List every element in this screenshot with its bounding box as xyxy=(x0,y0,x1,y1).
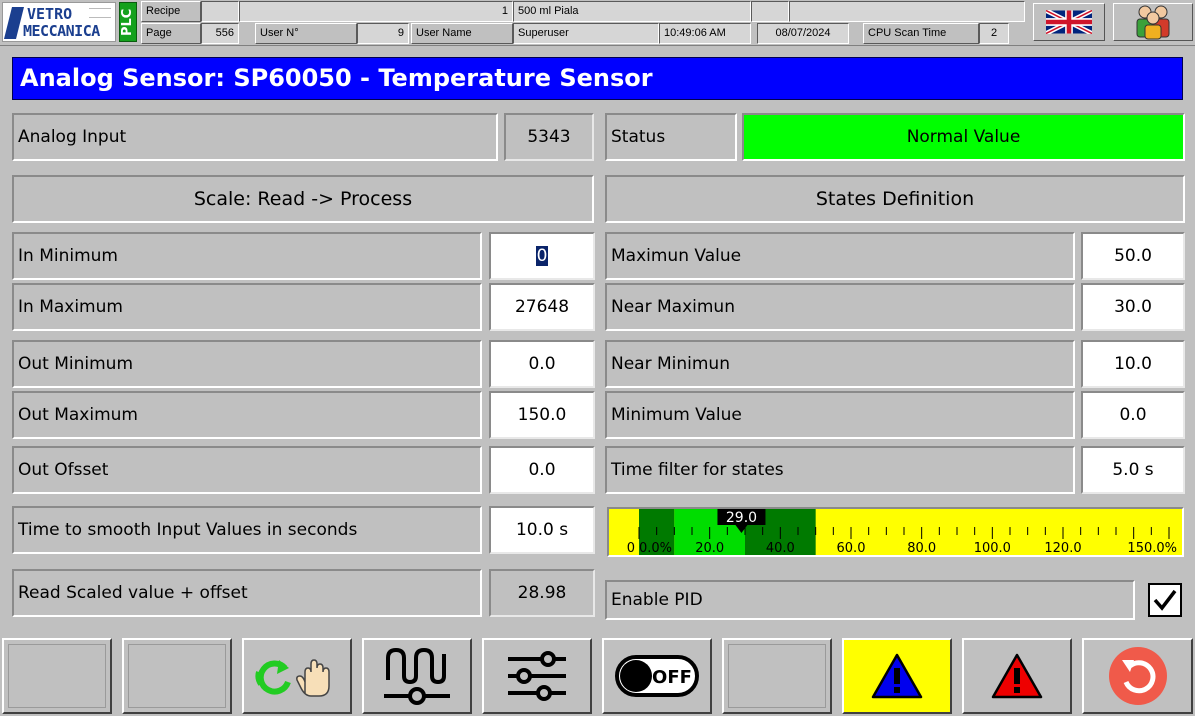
recipe-name: 500 ml Piala xyxy=(513,1,751,22)
states-section-header: States Definition xyxy=(605,175,1185,223)
user-name: Superuser xyxy=(513,23,659,44)
language-flag-button[interactable] xyxy=(1033,3,1105,41)
min-value-input[interactable]: 0.0 xyxy=(1081,391,1185,439)
scale-section-header: Scale: Read -> Process xyxy=(12,175,594,223)
in-minimum-value: 0 xyxy=(535,246,549,266)
in-maximum-label: In Maximum xyxy=(12,283,482,331)
in-minimum-label: In Minimum xyxy=(12,232,482,280)
page-number: 556 xyxy=(201,23,239,44)
gauge-tick-label: 120.0 xyxy=(1044,541,1081,555)
logo-mark-icon xyxy=(4,7,24,39)
plc-badge: PLC xyxy=(119,2,137,42)
gauge-tick-label: 40.0 xyxy=(766,541,795,555)
recipe-label: Recipe xyxy=(141,1,201,22)
analog-input-label: Analog Input xyxy=(12,113,498,161)
cpu-scan-label: CPU Scan Time xyxy=(863,23,979,44)
settings-sliders-button[interactable] xyxy=(482,638,592,714)
user-no-label: User N° xyxy=(255,23,357,44)
in-minimum-input[interactable]: 0 xyxy=(489,232,595,280)
time-filter-input[interactable]: 5.0 s xyxy=(1081,446,1185,494)
gauge-tick-label: 0 xyxy=(627,541,635,555)
gauge-tick-label: 100.0 xyxy=(974,541,1011,555)
refresh-hand-icon xyxy=(255,659,330,697)
near-max-input[interactable]: 30.0 xyxy=(1081,283,1185,331)
page-title: Analog Sensor: SP60050 - Temperature Sen… xyxy=(12,57,1183,100)
users-icon xyxy=(1136,5,1170,40)
page-label: Page xyxy=(141,23,201,44)
checkmark-icon xyxy=(1153,589,1177,611)
gauge-tick-label: 60.0 xyxy=(837,541,866,555)
off-toggle-text: OFF xyxy=(652,667,692,688)
smooth-time-input[interactable]: 10.0 s xyxy=(489,506,595,554)
user-name-label: User Name xyxy=(411,23,513,44)
off-toggle-button[interactable]: OFF xyxy=(602,638,712,714)
out-offset-input[interactable]: 0.0 xyxy=(489,446,595,494)
back-icon xyxy=(1108,647,1167,705)
user-no: 9 xyxy=(357,23,409,44)
scaled-value-label: Read Scaled value + offset xyxy=(12,569,482,617)
gauge-pointer-label: 29.0 xyxy=(726,510,757,526)
toolbar-button-7[interactable] xyxy=(722,638,832,714)
out-maximum-input[interactable]: 150.0 xyxy=(489,391,595,439)
logo-line-1: VETRO xyxy=(27,5,73,23)
company-logo: VETRO MECCANICA xyxy=(2,2,116,42)
manual-refresh-button[interactable] xyxy=(242,638,352,714)
header-bar: VETRO MECCANICA PLC Recipe 1 500 ml Pial… xyxy=(0,0,1195,46)
warning-red-icon xyxy=(991,653,1043,699)
gauge-tick-label: 80.0 xyxy=(907,541,936,555)
max-value-label: Maximun Value xyxy=(605,232,1075,280)
temperature-gauge: 0 0.0% 20.0 40.0 60.0 80.0 100.0 120.0 150.0% 29.… xyxy=(607,507,1184,557)
near-max-label: Near Maximun xyxy=(605,283,1075,331)
logo-decoration-icon xyxy=(89,8,111,18)
header-blank-field xyxy=(751,1,789,22)
alarms-error-button[interactable] xyxy=(962,638,1072,714)
clock-time: 10:49:06 AM xyxy=(659,23,751,44)
out-offset-label: Out Ofsset xyxy=(12,446,482,494)
gauge-tick-label: 0.0% xyxy=(639,541,672,555)
users-button[interactable] xyxy=(1113,3,1193,41)
out-maximum-label: Out Maximum xyxy=(12,391,482,439)
min-value-label: Minimum Value xyxy=(605,391,1075,439)
time-filter-label: Time filter for states xyxy=(605,446,1075,494)
scaled-value: 28.98 xyxy=(489,569,595,617)
signal-icon xyxy=(384,647,450,705)
alarms-warning-button[interactable] xyxy=(842,638,952,714)
header-blank-field-2 xyxy=(789,1,1025,22)
back-button[interactable] xyxy=(1082,638,1193,714)
enable-pid-label: Enable PID xyxy=(605,580,1135,620)
sliders-icon xyxy=(508,651,566,701)
out-minimum-input[interactable]: 0.0 xyxy=(489,340,595,388)
gauge-tick-label: 150.0% xyxy=(1127,541,1177,555)
logo-line-2: MECCANICA xyxy=(23,22,100,40)
recipe-number: 1 xyxy=(239,1,513,22)
gauge-scale: 0 0.0% 20.0 40.0 60.0 80.0 100.0 120.0 150.0% 29.… xyxy=(627,509,1177,555)
warning-blue-icon xyxy=(871,653,923,699)
enable-pid-checkbox[interactable] xyxy=(1148,583,1182,617)
recipe-blank-field xyxy=(201,1,239,22)
cpu-scan-value: 2 xyxy=(979,23,1009,44)
max-value-input[interactable]: 50.0 xyxy=(1081,232,1185,280)
in-maximum-input[interactable]: 27648 xyxy=(489,283,595,331)
signal-button[interactable] xyxy=(362,638,472,714)
analog-input-value: 5343 xyxy=(504,113,594,161)
status-label: Status xyxy=(605,113,737,161)
near-min-label: Near Minimun xyxy=(605,340,1075,388)
out-minimum-label: Out Minimum xyxy=(12,340,482,388)
status-badge: Normal Value xyxy=(742,113,1185,161)
smooth-time-label: Time to smooth Input Values in seconds xyxy=(12,506,482,554)
off-toggle-icon: OFF xyxy=(615,655,699,697)
clock-date: 08/07/2024 xyxy=(757,23,849,44)
uk-flag-icon xyxy=(1046,10,1092,34)
toolbar-button-1[interactable] xyxy=(2,638,112,714)
gauge-tick-label: 20.0 xyxy=(695,541,724,555)
near-min-input[interactable]: 10.0 xyxy=(1081,340,1185,388)
toolbar-button-2[interactable] xyxy=(122,638,232,714)
